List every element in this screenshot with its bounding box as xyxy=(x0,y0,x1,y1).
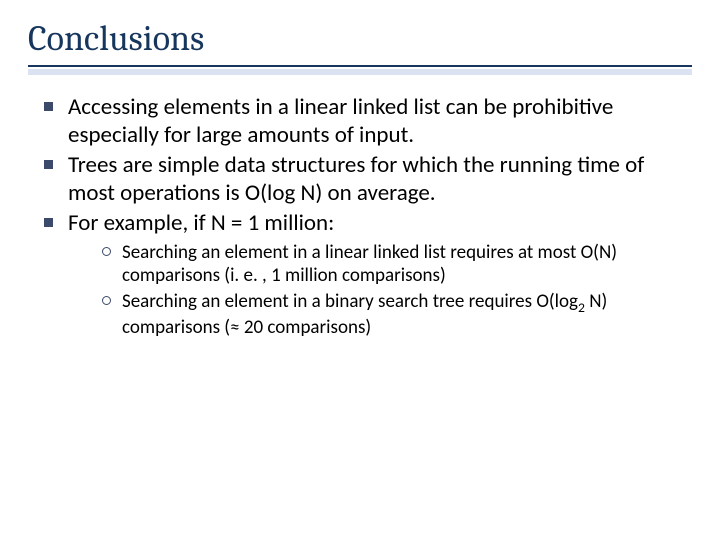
sub-bullet-list: Searching an element in a linear linked … xyxy=(28,241,692,339)
list-item: Trees are simple data structures for whi… xyxy=(28,151,692,207)
bullet-list: Accessing elements in a linear linked li… xyxy=(28,93,692,237)
square-bullet-icon xyxy=(28,151,68,169)
sub-bullet-text: Searching an element in a linear linked … xyxy=(122,241,692,287)
circle-bullet-icon xyxy=(90,290,122,305)
subscript: 2 xyxy=(578,298,585,315)
bullet-text: For example, if N = 1 million: xyxy=(68,209,692,237)
slide-content: Accessing elements in a linear linked li… xyxy=(28,93,692,339)
slide: Conclusions Accessing elements in a line… xyxy=(0,0,720,540)
circle-bullet-icon xyxy=(90,241,122,256)
square-bullet-icon xyxy=(28,209,68,227)
list-item: Accessing elements in a linear linked li… xyxy=(28,93,692,149)
list-item: For example, if N = 1 million: xyxy=(28,209,692,237)
list-item: Searching an element in a binary search … xyxy=(90,290,692,340)
title-underline xyxy=(28,65,692,75)
bullet-text: Trees are simple data structures for whi… xyxy=(68,151,692,207)
slide-title: Conclusions xyxy=(28,18,692,59)
sub-bullet-text: Searching an element in a binary search … xyxy=(122,290,692,340)
square-bullet-icon xyxy=(28,93,68,111)
list-item: Searching an element in a linear linked … xyxy=(90,241,692,287)
text-fragment: Searching an element in a binary search … xyxy=(122,290,578,313)
bullet-text: Accessing elements in a linear linked li… xyxy=(68,93,692,149)
